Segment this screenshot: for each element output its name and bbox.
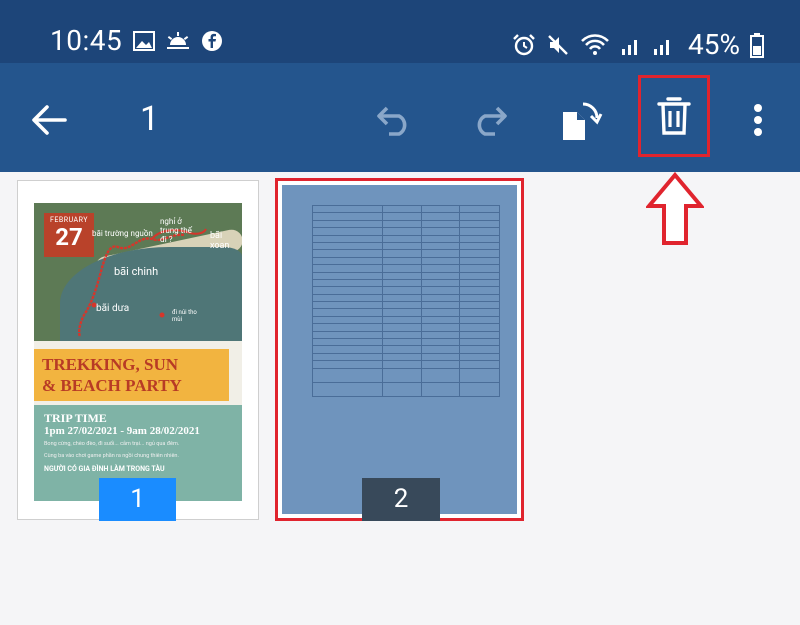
mute-icon [548,34,568,55]
notification-icons [133,30,223,52]
table-row [312,381,500,397]
map-image: FEBRUARY 27 bãi trường nguồn nghỉ ở trun… [34,203,242,341]
page-label-1: 1 [99,478,176,521]
trash-icon [657,97,691,135]
signal-icon-2 [654,39,669,55]
table-row [312,278,500,288]
map-label: bãi trường nguồn [92,229,153,238]
rotate-page-icon [563,102,603,140]
table-row [312,338,500,347]
table-row [312,301,500,310]
alarm-icon [513,33,535,55]
table-row [312,227,500,236]
battery-icon [749,32,764,58]
trip-description-1: Bong cừng, chèo đèo, đi suối... cắm trại… [44,441,180,447]
table-row [312,323,500,332]
trip-description-2: Cùng ba vào chơi game phần ra ngồi chung… [44,453,179,459]
map-label: bãi dưa [96,303,130,314]
delete-page-button[interactable] [638,75,710,157]
more-options-button[interactable] [740,95,776,145]
redo-icon [477,106,507,136]
table-row [312,264,500,273]
poster-title-band: TREKKING, SUN & BEACH PARTY [34,349,229,401]
table-row [312,293,500,303]
facebook-icon [202,31,222,51]
table-row [312,212,500,221]
map-label: bãi chinh [114,265,159,278]
poster-image: FEBRUARY 27 bãi trường nguồn nghỉ ở trun… [34,203,242,501]
weather-sunrise-icon [167,32,189,49]
arrow-up-icon [646,172,704,245]
wifi-icon [581,33,609,55]
gallery-icon [133,31,155,51]
more-vertical-icon [754,104,762,136]
trip-times: 1pm 27/02/2021 - 9am 28/02/2021 [44,425,200,437]
table-row [312,352,500,362]
map-label: đi núi tho mùi [172,309,197,323]
document-table-preview [312,204,500,397]
event-day: 27 [55,223,83,251]
map-label: bãi xoan [210,231,230,251]
table-row [312,241,500,251]
status-time: 10:45 [50,24,123,57]
table-row [312,286,500,295]
table-row [312,219,500,229]
map-label: nghỉ ở trung thế đi ? [160,217,192,244]
page-label-2: 2 [362,478,440,521]
trip-footer: NGƯỜI CÓ GIA ĐÌNH LÀM TRONG TÀU [44,465,165,473]
table-row [312,234,500,243]
table-row [312,271,500,280]
status-bar: 10:45 45% [0,0,800,63]
system-icons: 45% [512,28,764,61]
table-row [312,249,500,258]
table-row [312,204,500,214]
table-row [312,256,500,266]
page-thumbnail-2[interactable] [275,178,524,521]
rotate-page-button[interactable] [552,93,608,149]
signal-icon-1 [622,39,637,55]
table-row [312,315,500,325]
table-row [312,345,500,354]
undo-button[interactable] [370,95,420,145]
redo-button[interactable] [464,95,514,145]
editor-toolbar: 1 [0,63,800,172]
selection-overlay [282,185,517,514]
table-row [312,330,500,340]
trip-heading: TRIP TIME [44,411,107,425]
poster-title-line2: & BEACH PARTY [42,376,182,395]
poster-title-line1: TREKKING, SUN [42,355,179,374]
table-row [312,308,500,317]
arrow-left-icon [32,105,67,135]
battery-percent: 45% [688,28,740,61]
current-page-number: 1 [140,99,160,139]
table-row [312,360,500,369]
undo-icon [377,106,407,136]
table-row [312,367,500,383]
page-thumbnail-1[interactable]: FEBRUARY 27 bãi trường nguồn nghỉ ở trun… [17,180,259,520]
event-date-badge: FEBRUARY 27 [44,213,94,257]
back-button[interactable] [22,93,76,147]
